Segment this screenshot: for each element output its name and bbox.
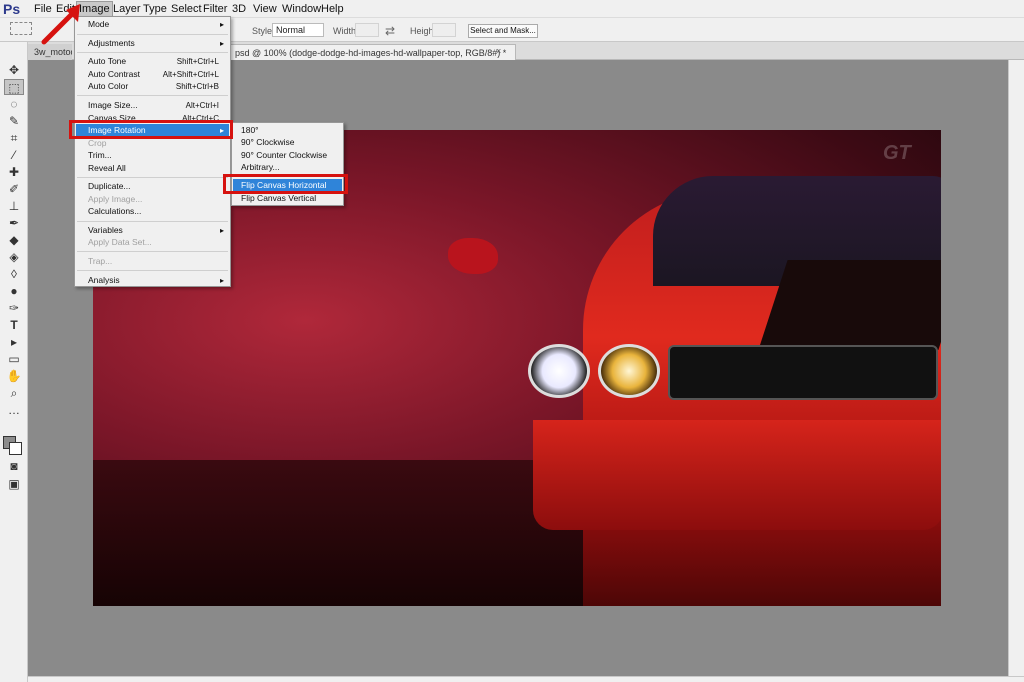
menu-item-auto-color[interactable]: Auto Color Shift+Ctrl+B: [76, 80, 229, 93]
menu-item-duplicate[interactable]: Duplicate...: [76, 180, 229, 193]
type-tool-icon[interactable]: T: [4, 317, 24, 333]
screen-mode-icon[interactable]: ▣: [4, 476, 24, 492]
menu-item-trap[interactable]: Trap...: [76, 255, 229, 268]
menu-item-label: Crop: [88, 138, 107, 148]
menu-item-label: Duplicate...: [88, 181, 131, 191]
eraser-tool-icon[interactable]: ◆: [4, 232, 24, 248]
quick-mask-icon[interactable]: ◙: [4, 458, 24, 474]
style-select[interactable]: Normal: [272, 23, 324, 37]
menu-item-image-size[interactable]: Image Size... Alt+Ctrl+I: [76, 99, 229, 112]
menu-separator: [77, 251, 228, 252]
menu-item-analysis[interactable]: Analysis ▸: [76, 274, 229, 287]
menu-window[interactable]: Window: [280, 3, 323, 15]
menu-item-mode[interactable]: Mode ▸: [76, 18, 229, 31]
menu-separator: [77, 34, 228, 35]
hand-tool-icon[interactable]: ✋: [4, 368, 24, 384]
menu-layer[interactable]: Layer: [111, 3, 143, 15]
menu-item-shortcut: Shift+Ctrl+B: [175, 82, 219, 91]
car-stripe-image: [758, 260, 941, 350]
more-tools-icon[interactable]: …: [4, 402, 24, 418]
menu-item-label: Analysis: [88, 275, 120, 285]
path-selection-tool-icon[interactable]: ▸: [4, 334, 24, 350]
menu-separator: [77, 177, 228, 178]
lasso-tool-icon[interactable]: ◌: [4, 96, 24, 112]
car-bumper-image: [533, 420, 941, 530]
menu-item-label: Adjustments: [88, 38, 135, 48]
move-tool-icon[interactable]: ✥: [4, 62, 24, 78]
menu-3d[interactable]: 3D: [230, 3, 248, 15]
blur-tool-icon[interactable]: ◊: [4, 266, 24, 282]
menu-help[interactable]: Help: [319, 3, 346, 15]
menu-separator: [77, 221, 228, 222]
healing-brush-tool-icon[interactable]: ✚: [4, 164, 24, 180]
car-mirror-image: [448, 238, 498, 274]
menu-view[interactable]: View: [251, 3, 279, 15]
menu-item-label: Apply Image...: [88, 194, 143, 204]
rectangle-tool-icon[interactable]: ▭: [4, 351, 24, 367]
menu-separator: [77, 52, 228, 53]
annotation-arrow-icon: [41, 4, 80, 45]
menu-item-label: Image Size...: [88, 100, 138, 110]
gt-watermark: GT: [883, 142, 911, 164]
menu-item-reveal-all[interactable]: Reveal All: [76, 162, 229, 175]
vertical-scrollbar[interactable]: [1008, 60, 1024, 676]
menu-type[interactable]: Type: [141, 3, 169, 15]
menu-separator: [77, 270, 228, 271]
annotation-highlight-box: [69, 120, 233, 139]
document-tab-1[interactable]: 3w_motocro: [28, 44, 72, 60]
menu-filter[interactable]: Filter: [201, 3, 229, 15]
menu-item-shortcut: Shift+Ctrl+L: [176, 57, 219, 66]
submenu-item-90-clockwise[interactable]: 90° Clockwise: [233, 136, 342, 149]
menu-item-adjustments[interactable]: Adjustments ▸: [76, 37, 229, 50]
background-color-swatch[interactable]: [9, 442, 22, 455]
headlight-image: [528, 344, 590, 398]
tools-panel: ✥ ⬚ ◌ ✎ ⌗ ⁄ ✚ ✐ ⊥ ✒ ◆ ◈ ◊ ● ✑ T ▸ ▭ ✋ ⌕ …: [0, 42, 28, 682]
menu-item-auto-tone[interactable]: Auto Tone Shift+Ctrl+L: [76, 55, 229, 68]
photoshop-logo: Ps: [3, 1, 21, 17]
menu-item-calculations[interactable]: Calculations...: [76, 205, 229, 218]
menu-item-label: Trim...: [88, 150, 112, 160]
chevron-right-icon: ▸: [219, 276, 224, 285]
status-bar: [28, 676, 1024, 682]
paint-bucket-tool-icon[interactable]: ◈: [4, 249, 24, 265]
menu-item-label: Reveal All: [88, 163, 126, 173]
eyedropper-tool-icon[interactable]: ⁄: [4, 147, 24, 163]
document-tab-2[interactable]: psd @ 100% (dodge-dodge-hd-images-hd-wal…: [228, 44, 516, 60]
menu-item-label: Auto Contrast: [88, 69, 140, 79]
crop-tool-icon[interactable]: ⌗: [4, 130, 24, 146]
image-menu-dropdown: Mode ▸ Adjustments ▸ Auto Tone Shift+Ctrl+L…: [74, 16, 231, 287]
annotation-highlight-box: [223, 174, 348, 194]
chevron-right-icon: ▸: [219, 39, 224, 48]
dodge-tool-icon[interactable]: ●: [4, 283, 24, 299]
menu-item-label: Apply Data Set...: [88, 237, 152, 247]
menu-item-label: Trap...: [88, 256, 113, 266]
height-field[interactable]: [432, 23, 456, 37]
menu-item-label: Calculations...: [88, 206, 142, 216]
close-tab-icon[interactable]: ×: [496, 46, 501, 56]
headlight-image: [598, 344, 660, 398]
zoom-tool-icon[interactable]: ⌕: [4, 385, 24, 401]
marquee-tool-icon[interactable]: ⬚: [4, 79, 24, 95]
quick-select-tool-icon[interactable]: ✎: [4, 113, 24, 129]
swap-dimensions-icon[interactable]: ⇄: [385, 24, 395, 38]
clone-stamp-tool-icon[interactable]: ⊥: [4, 198, 24, 214]
menu-item-shortcut: Alt+Ctrl+I: [185, 101, 219, 110]
menu-item-trim[interactable]: Trim...: [76, 149, 229, 162]
menu-item-label: Variables: [88, 225, 123, 235]
pen-tool-icon[interactable]: ✑: [4, 300, 24, 316]
menu-item-label: Mode: [88, 19, 110, 29]
menu-select[interactable]: Select: [169, 3, 204, 15]
car-grille-image: [668, 345, 938, 400]
marquee-preset-icon[interactable]: [10, 22, 32, 35]
chevron-right-icon: ▸: [219, 20, 224, 29]
menu-separator: [77, 95, 228, 96]
history-brush-tool-icon[interactable]: ✒: [4, 215, 24, 231]
select-and-mask-button[interactable]: Select and Mask...: [468, 24, 538, 38]
menu-item-apply-data-set[interactable]: Apply Data Set...: [76, 236, 229, 249]
brush-tool-icon[interactable]: ✐: [4, 181, 24, 197]
menu-item-label: Auto Color: [88, 81, 129, 91]
menu-item-label: Auto Tone: [88, 56, 127, 66]
submenu-item-arbitrary[interactable]: Arbitrary...: [233, 161, 342, 174]
width-field[interactable]: [355, 23, 379, 37]
